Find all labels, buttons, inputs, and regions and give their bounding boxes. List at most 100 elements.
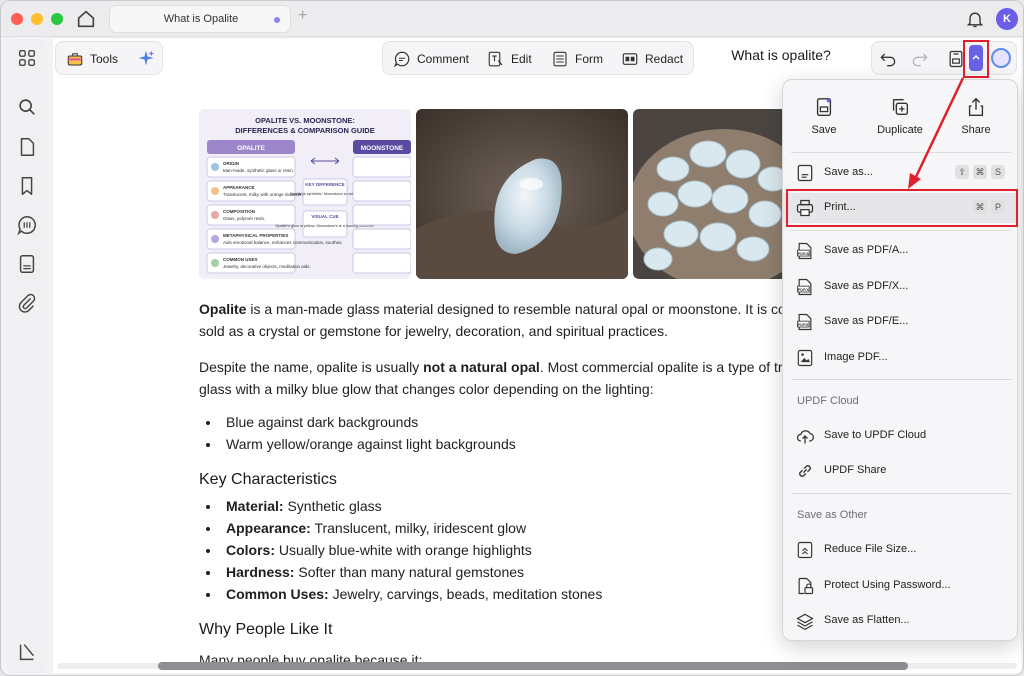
bullet-dot	[206, 593, 210, 597]
section-updf-cloud: UPDF Cloud	[797, 395, 859, 407]
lock-file-icon	[798, 577, 814, 595]
avatar[interactable]: K	[996, 8, 1018, 30]
infographic-key-difference: KEY DIFFERENCE	[305, 182, 344, 187]
attachment-icon[interactable]	[16, 292, 38, 314]
menu-item-label: Save as PDF/X...	[824, 280, 909, 292]
horizontal-scrollbar[interactable]	[53, 660, 1021, 672]
minimize-window-button[interactable]	[31, 13, 43, 25]
svg-text:PDF/E: PDF/E	[798, 323, 810, 327]
save-label: Save	[811, 124, 837, 136]
menu-item-reduce-file-size[interactable]: Reduce File Size...	[783, 535, 1019, 565]
redo-icon[interactable]	[910, 49, 930, 69]
image-row: OPALITE VS. MOONSTONE: DIFFERENCES & COM…	[199, 109, 799, 279]
paragraph-1-text: is a man-made glass material designed to…	[246, 301, 798, 317]
left-sidebar	[7, 39, 47, 673]
infographic-col-left: OPALITE	[237, 145, 265, 152]
opalite-term: Opalite	[199, 301, 247, 317]
list-item-label: Hardness:	[226, 564, 295, 580]
redact-icon	[622, 53, 638, 65]
search-icon[interactable]	[16, 96, 38, 118]
list-item: Material: Synthetic glass	[226, 498, 382, 514]
menu-item-save-as[interactable]: Save as... ⇧ ⌘ S	[783, 158, 1019, 188]
infographic-row-label: ORIGIN	[223, 161, 239, 166]
bullet-dot	[206, 505, 210, 509]
infographic-row-label: COMPOSITION	[223, 209, 255, 214]
heading-why-people-like-it: Why People Like It	[199, 621, 333, 638]
list-item: Colors: Usually blue-white with orange h…	[226, 542, 532, 558]
bullet-dot	[206, 571, 210, 575]
paragraph-2-line-1: Despite the name, opalite is usually not…	[199, 356, 798, 378]
share-button[interactable]: Share	[941, 96, 1011, 136]
comments-icon[interactable]	[16, 214, 38, 236]
shortcut-cmd: ⌘	[973, 165, 987, 179]
thumbnails-grid-icon[interactable]	[16, 47, 38, 69]
svg-text:PDF/A: PDF/A	[798, 252, 810, 256]
save-as-icon	[797, 164, 813, 182]
menu-item-save-flatten[interactable]: Save as Flatten...	[783, 606, 1019, 636]
menu-item-image-pdf[interactable]: Image PDF...	[783, 343, 1019, 373]
bell-icon[interactable]	[965, 9, 985, 29]
infographic-row-label: METAPHYSICAL PROPERTIES	[223, 233, 288, 238]
scroll-thumb[interactable]	[158, 662, 908, 670]
bookmark-icon[interactable]	[16, 175, 38, 197]
cloud-upload-icon	[796, 430, 814, 444]
form-button[interactable]: Form	[551, 48, 603, 70]
edit-toolbar: Comment Edit Form Redact	[382, 41, 694, 75]
infographic-row-label: APPEARANCE	[223, 185, 255, 190]
duplicate-button[interactable]: Duplicate	[865, 96, 935, 136]
infographic-visual-cue: VISUAL CUE	[311, 214, 338, 219]
redact-button[interactable]: Redact	[621, 48, 683, 70]
pdfx-file-icon: PDF/X	[797, 278, 812, 296]
list-item: Appearance: Translucent, milky, iridesce…	[226, 520, 526, 536]
infographic-key-text: Opalite is synthetic. Moonstone is natur…	[290, 192, 360, 196]
pdfa-file-icon: PDF/A	[797, 242, 812, 260]
ai-sparkle-icon[interactable]	[137, 49, 155, 67]
pdfe-file-icon: PDF/E	[797, 313, 812, 331]
toolbox-icon	[67, 53, 83, 66]
form-icon	[553, 51, 567, 67]
new-tab-plus-icon[interactable]: +	[298, 7, 307, 25]
menu-item-protect-password[interactable]: Protect Using Password...	[783, 571, 1019, 601]
home-icon[interactable]	[75, 8, 97, 30]
menu-item-updf-share[interactable]: UPDF Share	[783, 456, 1019, 486]
edit-button[interactable]: Edit	[487, 48, 532, 70]
ai-assistant-icon[interactable]	[991, 48, 1011, 68]
save-button[interactable]: Save	[789, 96, 859, 136]
undo-icon[interactable]	[878, 49, 898, 69]
layers-icon[interactable]	[16, 641, 38, 663]
section-save-as-other: Save as Other	[797, 509, 868, 521]
menu-item-save-pdfa[interactable]: PDF/A Save as PDF/A...	[783, 236, 1019, 266]
opalite-stone-photo	[416, 109, 628, 279]
document-tab[interactable]: What is Opalite	[109, 5, 291, 33]
edit-label: Edit	[511, 52, 532, 66]
menu-item-save-to-cloud[interactable]: Save to UPDF Cloud	[783, 421, 1019, 451]
comment-button[interactable]: Comment	[393, 48, 469, 70]
paragraph-2-rest: . Most commercial opalite is a type of t…	[539, 359, 799, 375]
menu-divider	[791, 152, 1011, 153]
pages-icon[interactable]	[16, 136, 38, 158]
menu-item-save-pdfx[interactable]: PDF/X Save as PDF/X...	[783, 272, 1019, 302]
list-item-label: Appearance:	[226, 520, 311, 536]
list-item-label: Material:	[226, 498, 284, 514]
comparison-infographic: OPALITE VS. MOONSTONE: DIFFERENCES & COM…	[199, 109, 411, 279]
zoom-window-button[interactable]	[51, 13, 63, 25]
close-window-button[interactable]	[11, 13, 23, 25]
title-bar: What is Opalite + K	[1, 1, 1023, 37]
form-fields-icon[interactable]	[16, 253, 38, 275]
infographic-graphic: OPALITE VS. MOONSTONE: DIFFERENCES & COM…	[199, 109, 411, 279]
list-item-text: Jewelry, carvings, beads, meditation sto…	[328, 586, 603, 602]
menu-item-label: Save as PDF/A...	[824, 244, 909, 256]
menu-item-label: Save as Flatten...	[824, 614, 910, 626]
menu-item-save-pdfe[interactable]: PDF/E Save as PDF/E...	[783, 307, 1019, 337]
svg-text:PDF/X: PDF/X	[798, 288, 810, 292]
share-icon	[968, 97, 984, 116]
list-item: Blue against dark backgrounds	[226, 414, 419, 430]
menu-divider	[791, 230, 1011, 231]
infographic-col-right: MOONSTONE	[361, 145, 404, 152]
save-icon	[816, 98, 832, 116]
paragraph-1-line-2: sold as a crystal or gemstone for jewelr…	[199, 323, 668, 339]
app-window: What is Opalite + K Tools Comment Edit F…	[0, 0, 1024, 676]
flatten-layers-icon	[796, 613, 814, 631]
tab-title: What is Opalite	[163, 13, 239, 25]
compress-file-icon	[797, 541, 813, 559]
